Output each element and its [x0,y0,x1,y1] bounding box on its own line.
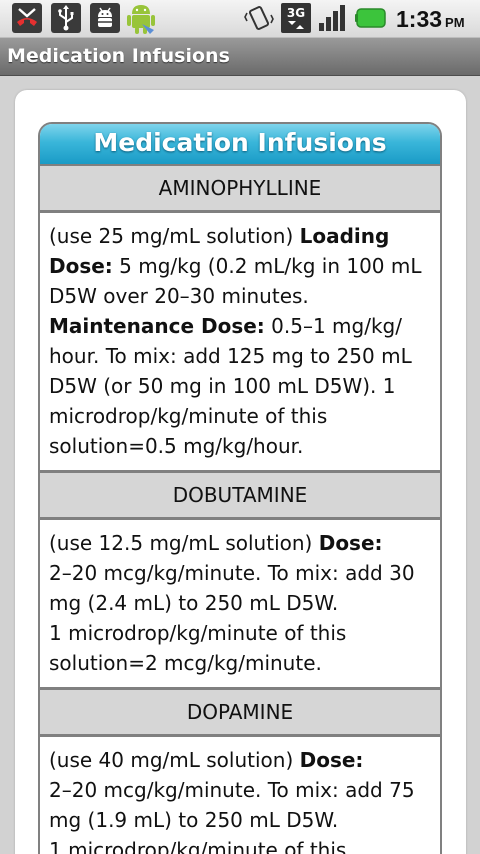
app-title: Medication Infusions [7,45,230,67]
network-type-label: 3G [287,6,305,20]
row-body-aminophylline: (use 25 mg/mL solution) Loading Dose: 5 … [40,213,440,473]
row-text: 2–20 mcg/kg/minute. To mix: add 75 mg (1… [49,778,415,832]
clock-ampm: PM [445,15,465,30]
3g-data-icon: 3G [281,3,311,33]
android-debug-icon [90,3,120,33]
status-bar: 3G 1:33 PM [0,0,480,38]
row-text-bold: Dose: [318,531,383,555]
status-clock: 1:33 PM [396,4,465,34]
usb-icon [51,3,81,33]
row-text: 1 microdrop/kg/minute of this solution=2… [49,621,347,675]
row-text: (use 40 mg/mL solution) [49,748,300,772]
row-body-dobutamine: (use 12.5 mg/mL solution) Dose: 2–20 mcg… [40,520,440,690]
battery-icon [355,3,389,33]
infusion-table: Medication Infusions AMINOPHYLLINE (use … [38,122,442,854]
app-title-bar: Medication Infusions [0,38,480,76]
content-area[interactable]: Medication Infusions AMINOPHYLLINE (use … [0,76,480,854]
row-title-aminophylline: AMINOPHYLLINE [40,166,440,213]
signal-icon [317,3,349,33]
row-text: 1 microdrop/kg/minute of this [49,838,347,854]
row-title-dobutamine: DOBUTAMINE [40,473,440,520]
row-text-bold: Maintenance Dose: [49,314,265,338]
missed-call-icon [12,3,42,33]
table-header: Medication Infusions [40,124,440,166]
row-body-dopamine: (use 40 mg/mL solution) Dose: 2–20 mcg/k… [40,737,440,854]
row-title-dopamine: DOPAMINE [40,690,440,737]
row-text: 2–20 mcg/kg/minute. To mix: add 30 mg (2… [49,561,415,615]
android-robot-icon [124,0,158,36]
vibrate-icon [243,3,275,33]
row-text: (use 25 mg/mL solution) [49,224,300,248]
content-card: Medication Infusions AMINOPHYLLINE (use … [15,90,466,854]
row-text: (use 12.5 mg/mL solution) [49,531,319,555]
row-text-bold: Dose: [299,748,364,772]
clock-time: 1:33 [396,6,443,32]
